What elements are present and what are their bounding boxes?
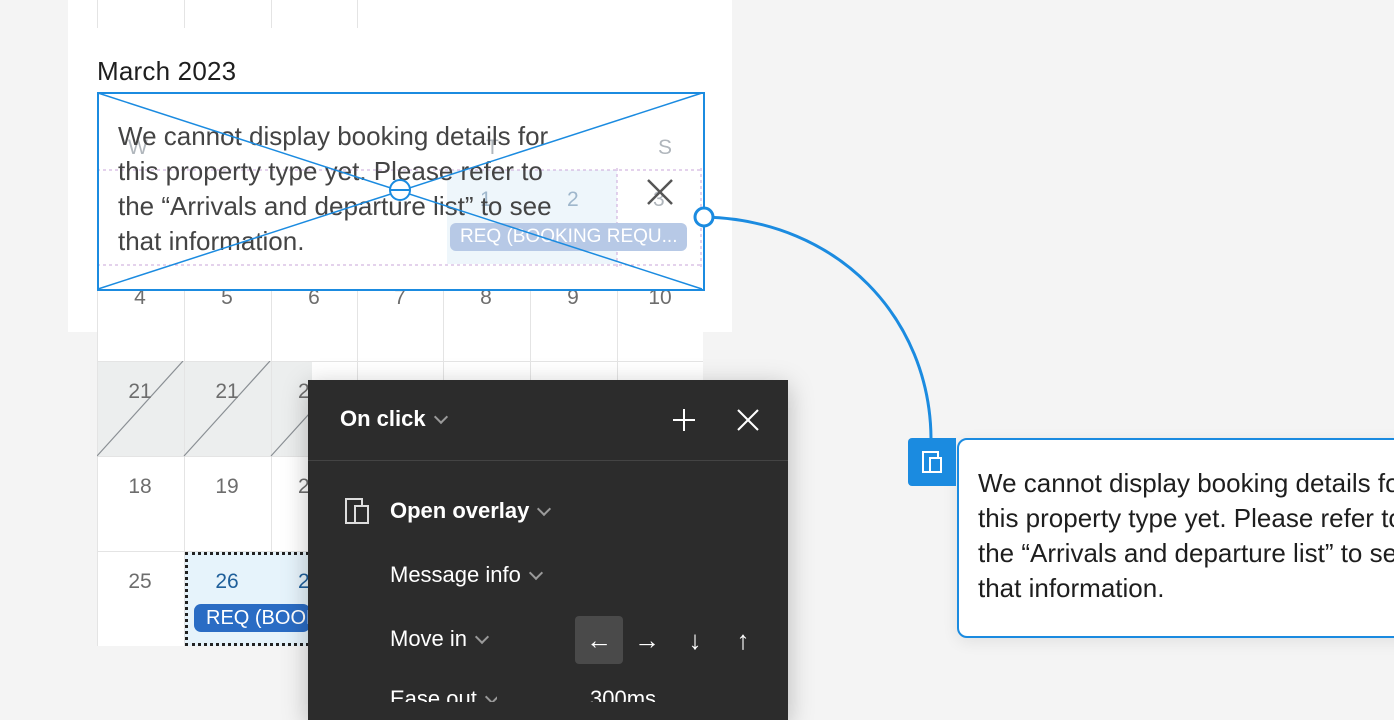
day-cell[interactable]: 21: [97, 380, 183, 404]
card-line: We cannot display booking details for: [978, 468, 1394, 498]
open-overlay-icon: [345, 498, 369, 524]
placeholder-cross: [97, 92, 703, 290]
booking-pill[interactable]: REQ (BOOKI: [194, 604, 310, 632]
chevron-down-icon: [474, 629, 490, 645]
easing-label: Ease out: [390, 686, 477, 702]
direction-right-button[interactable]: →: [623, 616, 671, 664]
direction-down-button[interactable]: ↓: [671, 616, 719, 664]
trigger-label: On click: [340, 406, 426, 431]
hatch-lines: [97, 361, 309, 457]
card-line: that information.: [978, 573, 1165, 603]
trigger-dropdown[interactable]: On click: [340, 406, 448, 432]
duration-input[interactable]: 300ms: [590, 686, 656, 702]
panel-divider: [308, 460, 788, 461]
direction-group: ← → ↓ ↑: [575, 616, 767, 664]
close-panel-icon[interactable]: [736, 408, 760, 432]
destination-label: Message info: [390, 562, 521, 587]
day-cell[interactable]: 25: [97, 570, 183, 594]
direction-up-button[interactable]: ↑: [719, 616, 767, 664]
card-line: the “Arrivals and departure list” to see: [978, 538, 1394, 568]
chevron-down-icon: [484, 689, 497, 702]
card-message-text: We cannot display booking details for th…: [978, 466, 1394, 606]
month-title: March 2023: [97, 56, 237, 86]
chevron-down-icon: [537, 501, 552, 517]
animation-dropdown[interactable]: Move in: [390, 626, 490, 652]
add-icon[interactable]: [672, 408, 696, 432]
destination-dropdown[interactable]: Message info: [390, 562, 543, 588]
day-cell[interactable]: 18: [97, 475, 183, 499]
day-cell[interactable]: 26: [184, 570, 270, 594]
chevron-down-icon: [433, 409, 448, 425]
chevron-down-icon: [528, 565, 543, 581]
action-label: Open overlay: [390, 498, 530, 523]
card-line: this property type yet. Please refer to: [978, 503, 1394, 533]
day-cell[interactable]: 21: [184, 380, 270, 404]
direction-left-button[interactable]: ←: [575, 616, 623, 664]
easing-dropdown[interactable]: Ease out: [390, 686, 497, 702]
action-dropdown[interactable]: Open overlay: [390, 498, 552, 524]
day-cell[interactable]: 19: [184, 475, 270, 499]
animation-label: Move in: [390, 626, 468, 651]
overlay-icon: [908, 438, 956, 486]
